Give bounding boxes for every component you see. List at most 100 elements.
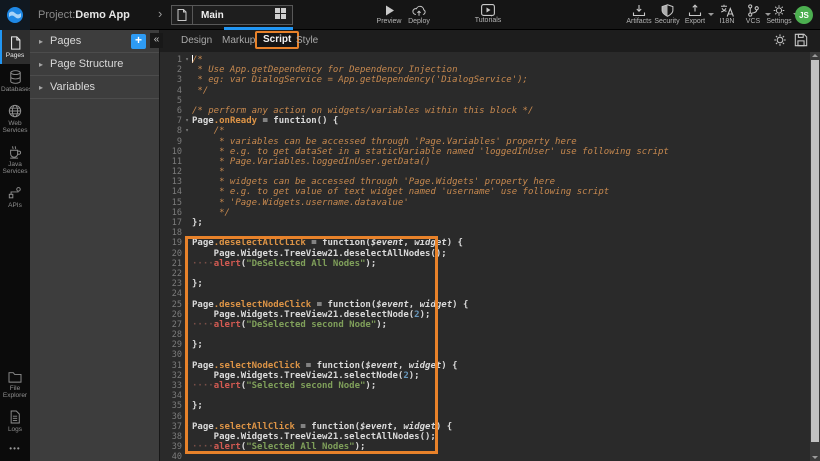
fold-toggle-icon[interactable]: ▾ — [182, 116, 192, 126]
code-line[interactable]: 7▾Page.onReady = function() { — [160, 116, 810, 126]
tab-style[interactable]: Style — [296, 35, 318, 46]
panel-section-label: Variables — [50, 81, 95, 93]
grid-icon[interactable] — [275, 6, 286, 24]
code-line[interactable]: 22 — [160, 269, 810, 279]
fold-toggle-icon[interactable]: ▾ — [182, 300, 192, 310]
scroll-down-arrow[interactable] — [810, 453, 820, 461]
deploy-button[interactable]: Deploy — [397, 4, 441, 26]
translate-icon — [720, 4, 734, 17]
cloud-upload-icon — [412, 4, 426, 17]
code-line[interactable]: 1▾/* — [160, 55, 810, 65]
fold-gutter — [182, 187, 192, 197]
fold-gutter — [182, 412, 192, 422]
file-explorer-icon — [8, 371, 22, 383]
code-line[interactable]: 30 — [160, 350, 810, 360]
sidebar-label: Pages — [1, 52, 29, 59]
code-line[interactable]: 12 * — [160, 167, 810, 177]
project-name: Demo App — [75, 9, 130, 21]
code-line[interactable]: 26 Page.Widgets.TreeView21.deselectNode(… — [160, 310, 810, 320]
code-line[interactable]: 13 * widgets can be accessed through 'Pa… — [160, 177, 810, 187]
save-icon[interactable] — [794, 33, 808, 47]
code-line[interactable]: 11 * Page.Variables.loggedInUser.getData… — [160, 157, 810, 167]
code-line[interactable]: 15 * 'Page.Widgets.username.datavalue' — [160, 198, 810, 208]
sidebar-overflow-button[interactable]: ••• — [0, 438, 30, 461]
fold-gutter — [182, 157, 192, 167]
scroll-up-arrow[interactable] — [810, 52, 820, 60]
code-line[interactable]: 9 * variables can be accessed through 'P… — [160, 137, 810, 147]
download-tray-icon — [632, 4, 646, 17]
tab-script[interactable]: Script — [255, 31, 299, 49]
script-settings-gear-icon[interactable] — [773, 33, 787, 47]
code-line[interactable]: 21····alert("DeSelected All Nodes"); — [160, 259, 810, 269]
fold-toggle-icon[interactable]: ▾ — [182, 126, 192, 136]
code-line[interactable]: 5 — [160, 96, 810, 106]
logs-icon — [9, 410, 21, 424]
fold-gutter — [182, 75, 192, 85]
code-line[interactable]: 31▾Page.selectNodeClick = function($even… — [160, 361, 810, 371]
vertical-scrollbar[interactable] — [810, 52, 820, 461]
code-line[interactable]: 14 * e.g. to get value of text widget na… — [160, 187, 810, 197]
apis-icon — [8, 186, 22, 200]
settings-button[interactable]: Settings — [760, 4, 798, 26]
user-avatar[interactable]: JS — [795, 6, 813, 24]
tutorials-button[interactable]: Tutorials — [466, 4, 510, 25]
code-line[interactable]: 23}; — [160, 279, 810, 289]
code-line[interactable]: 4 */ — [160, 86, 810, 96]
code-line[interactable]: 37▾Page.selectAllClick = function($event… — [160, 422, 810, 432]
code-line[interactable]: 20 Page.Widgets.TreeView21.deselectAllNo… — [160, 249, 810, 259]
code-line[interactable]: 6/* perform any action on widgets/variab… — [160, 106, 810, 116]
tab-design[interactable]: Design — [181, 35, 212, 46]
page-tab-main[interactable]: Main — [171, 5, 293, 25]
code-line[interactable]: 29}; — [160, 340, 810, 350]
fold-toggle-icon[interactable]: ▾ — [182, 422, 192, 432]
sidebar-item-file-explorer[interactable]: File Explorer — [0, 365, 30, 404]
code-line[interactable]: 8▾ /* — [160, 126, 810, 136]
sidebar-item-pages[interactable]: Pages — [0, 30, 30, 64]
code-line[interactable]: 24 — [160, 289, 810, 299]
fold-toggle-icon[interactable]: ▾ — [182, 238, 192, 248]
wavemaker-logo[interactable] — [0, 0, 30, 30]
page-file-icon[interactable] — [172, 6, 193, 24]
code-line[interactable]: 36 — [160, 412, 810, 422]
fold-gutter — [182, 330, 192, 340]
sidebar-label: File Explorer — [1, 385, 29, 399]
code-line[interactable]: 33····alert("Selected second Node"); — [160, 381, 810, 391]
script-editor[interactable]: 1▾/*2 * Use App.getDependency for Depend… — [160, 52, 820, 461]
code-line[interactable]: 38 Page.Widgets.TreeView21.selectAllNode… — [160, 432, 810, 442]
sidebar-item-logs[interactable]: Logs — [0, 404, 30, 438]
code-line[interactable]: 2 * Use App.getDependency for Dependency… — [160, 65, 810, 75]
collapse-panel-button[interactable]: « — [150, 33, 163, 48]
code-line[interactable]: 18 — [160, 228, 810, 238]
sidebar-item-databases[interactable]: Databases — [0, 64, 30, 98]
panel-section-pages[interactable]: ▸ Pages + — [30, 30, 159, 53]
code-line[interactable]: 39····alert("Selected All Nodes"); — [160, 442, 810, 452]
panel-section-variables[interactable]: ▸ Variables — [30, 76, 159, 99]
play-icon — [383, 4, 396, 17]
panel-section-page-structure[interactable]: ▸ Page Structure — [30, 53, 159, 76]
fold-gutter — [182, 86, 192, 96]
fold-toggle-icon[interactable]: ▾ — [182, 55, 192, 65]
fold-gutter — [182, 452, 192, 461]
scrollbar-thumb[interactable] — [811, 60, 819, 442]
sidebar-item-web-services[interactable]: Web Services — [0, 98, 30, 139]
fold-gutter — [182, 381, 192, 391]
code-line[interactable]: 40 — [160, 452, 810, 461]
tab-markup[interactable]: Markup — [222, 35, 255, 46]
code-line[interactable]: 16 */ — [160, 208, 810, 218]
code-line[interactable]: 35}; — [160, 401, 810, 411]
export-button[interactable]: Export — [677, 4, 713, 26]
code-line[interactable]: 19▾Page.deselectAllClick = function($eve… — [160, 238, 810, 248]
sidebar-item-java-services[interactable]: Java Services — [0, 139, 30, 180]
code-line[interactable]: 3 * eg: var DialogService = App.getDepen… — [160, 75, 810, 85]
code-line[interactable]: 32 Page.Widgets.TreeView21.selectNode(2)… — [160, 371, 810, 381]
code-line[interactable]: 27····alert("DeSelected second Node"); — [160, 320, 810, 330]
code-line[interactable]: 17}; — [160, 218, 810, 228]
code-line[interactable]: 28 — [160, 330, 810, 340]
fold-toggle-icon[interactable]: ▾ — [182, 361, 192, 371]
code-line[interactable]: 34 — [160, 391, 810, 401]
code-line[interactable]: 25▾Page.deselectNodeClick = function($ev… — [160, 300, 810, 310]
tutorials-label: Tutorials — [475, 17, 502, 24]
add-page-button[interactable]: + — [131, 34, 146, 49]
sidebar-item-apis[interactable]: APIs — [0, 180, 30, 214]
code-line[interactable]: 10 * e.g. to get dataSet in a staticVari… — [160, 147, 810, 157]
